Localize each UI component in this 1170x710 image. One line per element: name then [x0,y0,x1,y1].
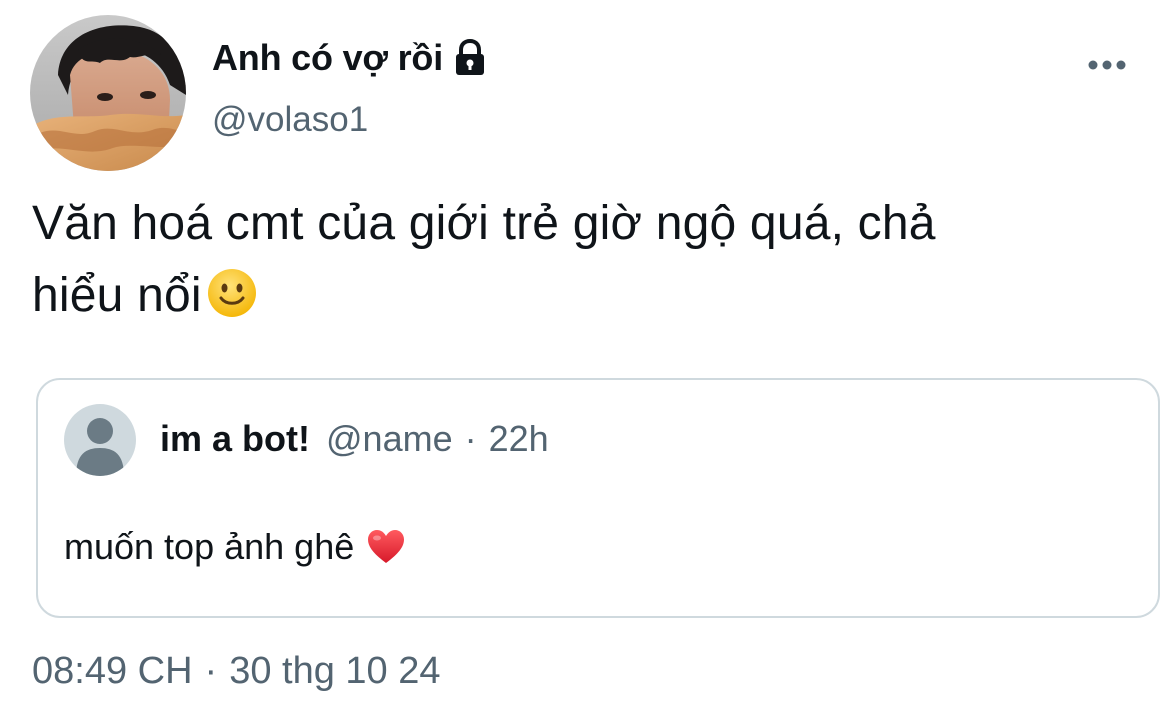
slightly-smiling-face-icon [206,267,258,319]
quoted-header: im a bot! @name · 22h [160,418,549,460]
quoted-text: muốn top ảnh ghê [64,526,406,568]
default-profile-icon [64,404,136,476]
timestamp-time: 08:49 CH [32,650,193,692]
display-name-text: Anh có vợ rồi [212,37,444,78]
quoted-avatar[interactable] [64,404,136,476]
timestamp-date: 30 thg 10 24 [229,650,441,692]
tweet-text: Văn hoá cmt của giới trẻ giờ ngộ quá, ch… [32,188,1122,332]
tweet-text-line-2: hiểu nổi [32,260,1122,332]
timestamp-separator: · [204,650,218,692]
quoted-tweet-card[interactable]: im a bot! @name · 22h muốn top ảnh ghê [36,378,1160,618]
author-avatar[interactable] [30,15,186,171]
tweet-text-line-1: Văn hoá cmt của giới trẻ giờ ngộ quá, ch… [32,197,936,250]
more-horizontal-icon[interactable] [1080,52,1134,78]
quoted-time[interactable]: 22h [489,418,549,460]
author-handle[interactable]: @volaso1 [212,100,368,140]
tweet-timestamp[interactable]: 08:49 CH · 30 thg 10 24 [32,650,441,693]
quoted-text-content: muốn top ảnh ghê [64,526,355,567]
tweet-text-line-2-text: hiểu nổi [32,269,202,322]
quoted-handle[interactable]: @name [326,418,453,460]
quoted-display-name[interactable]: im a bot! [160,418,310,460]
red-heart-icon [366,527,406,567]
profile-photo [30,15,186,171]
lock-icon [453,38,487,77]
author-display-name[interactable]: Anh có vợ rồi [212,34,487,82]
quoted-separator: · [464,418,477,459]
